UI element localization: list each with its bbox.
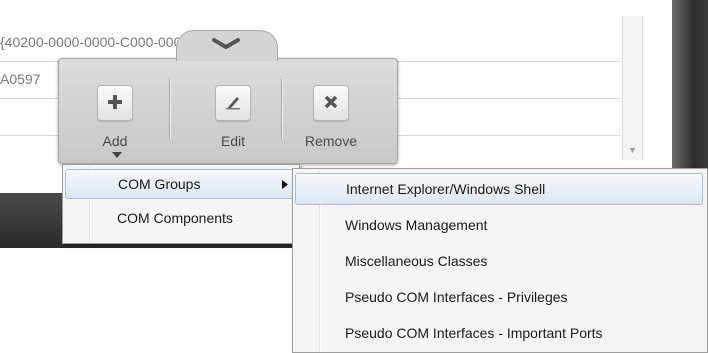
close-x-icon: [313, 85, 349, 121]
remove-button[interactable]: Remove: [285, 69, 377, 157]
table-row[interactable]: {40200-0000-0000-C000-000000000046}: [0, 24, 620, 62]
pencil-icon: [215, 85, 251, 121]
window-edge-shadow: [672, 0, 708, 178]
submenu-item-label: Windows Management: [345, 217, 488, 233]
vertical-scrollbar[interactable]: ▼: [622, 16, 643, 160]
remove-label: Remove: [304, 133, 358, 149]
plus-icon: [97, 85, 133, 121]
edit-button[interactable]: Edit: [187, 69, 279, 157]
edit-label: Edit: [220, 133, 246, 149]
submenu-item-label: Pseudo COM Interfaces - Privileges: [345, 289, 568, 305]
submenu-item-label: Internet Explorer/Windows Shell: [346, 181, 546, 197]
submenu-item-windows-management[interactable]: Windows Management: [295, 208, 703, 242]
submenu-item-label: Miscellaneous Classes: [345, 253, 488, 269]
table-toolbar: Add Edit Remove: [58, 58, 398, 164]
submenu-item-pseudo-important-ports[interactable]: Pseudo COM Interfaces - Important Ports: [295, 316, 703, 350]
toolbar-divider: [281, 79, 282, 139]
submenu-item-label: Pseudo COM Interfaces - Important Ports: [345, 325, 603, 341]
toolbar-divider: [169, 79, 170, 139]
dropdown-arrow-icon[interactable]: [111, 151, 123, 159]
scroll-down-arrow-icon[interactable]: ▼: [623, 144, 642, 156]
table-cell-value: A0597: [0, 71, 41, 87]
com-groups-submenu: Internet Explorer/Windows Shell Windows …: [292, 168, 708, 353]
add-label: Add: [102, 133, 128, 149]
submenu-item-miscellaneous-classes[interactable]: Miscellaneous Classes: [295, 244, 703, 278]
submenu-arrow-icon: [282, 180, 288, 189]
menu-item-label: COM Groups: [118, 176, 201, 192]
submenu-item-internet-explorer[interactable]: Internet Explorer/Windows Shell: [295, 173, 703, 205]
submenu-item-pseudo-privileges[interactable]: Pseudo COM Interfaces - Privileges: [295, 280, 703, 314]
menu-item-com-components[interactable]: COM Components: [65, 203, 295, 233]
chevron-down-icon[interactable]: [206, 36, 246, 52]
menu-item-com-groups[interactable]: COM Groups: [65, 169, 295, 199]
menu-item-label: COM Components: [117, 210, 233, 226]
add-context-menu: COM Groups COM Components: [62, 164, 300, 244]
add-button[interactable]: Add: [77, 69, 153, 159]
